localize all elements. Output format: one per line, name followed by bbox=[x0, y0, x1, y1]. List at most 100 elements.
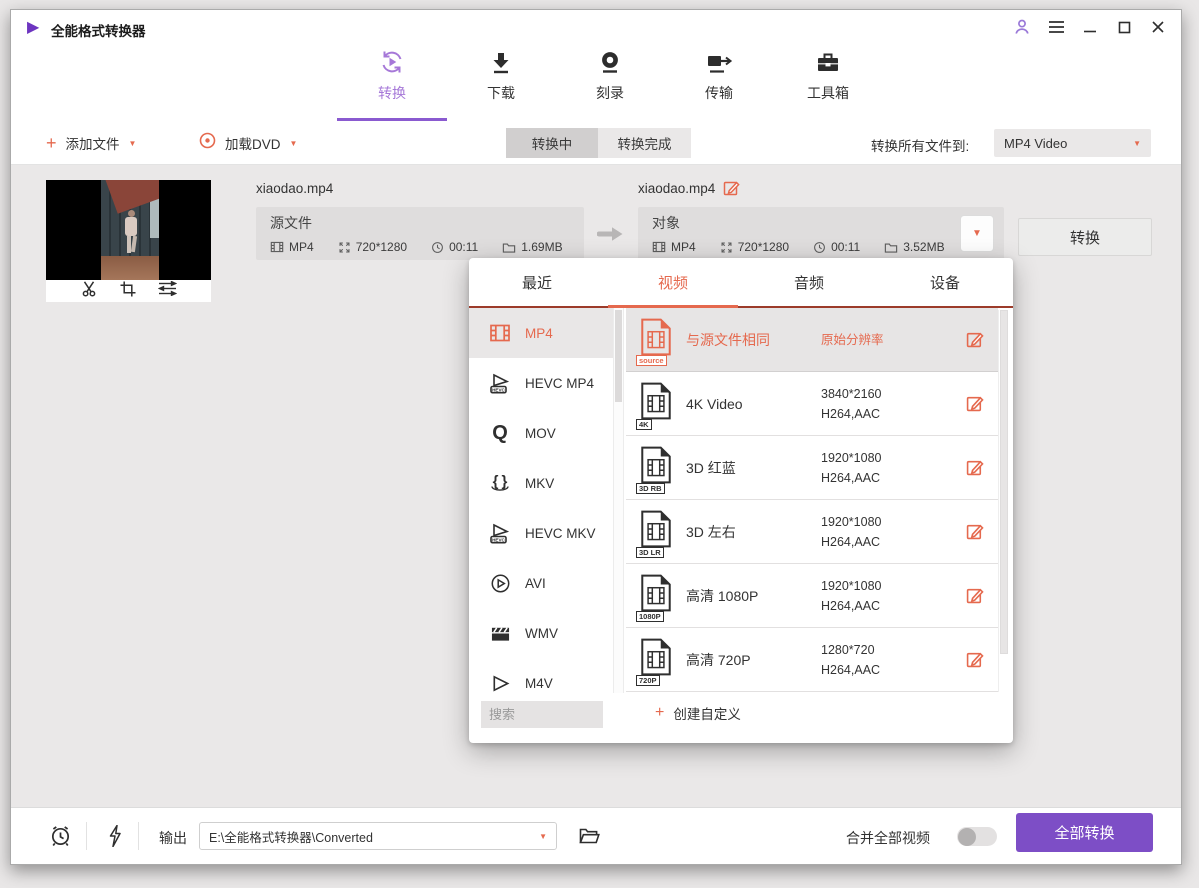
output-path-dropdown[interactable]: E:\全能格式转换器\Converted ▼ bbox=[199, 822, 557, 850]
source-duration: 00:11 bbox=[431, 240, 478, 254]
preset-row-3d-rb[interactable]: 3D RB 3D 红蓝 1920*1080 H264,AAC bbox=[626, 436, 998, 500]
svg-text:HEVC: HEVC bbox=[492, 538, 505, 543]
tab-burn[interactable]: 刻录 bbox=[578, 46, 642, 103]
target-file-name: xiaodao.mp4 bbox=[638, 181, 715, 196]
preset-edit-icon[interactable] bbox=[966, 394, 984, 412]
panel-tab-video[interactable]: 视频 bbox=[605, 258, 741, 306]
preset-row-4k[interactable]: 4K 4K Video 3840*2160 H264,AAC bbox=[626, 372, 998, 436]
svg-text:HEVC: HEVC bbox=[492, 388, 505, 393]
effects-sliders-icon[interactable] bbox=[158, 281, 177, 301]
crop-icon[interactable] bbox=[120, 281, 136, 302]
target-format-dropdown[interactable]: MP4 Video ▼ bbox=[994, 129, 1151, 157]
tab-transfer-label: 传输 bbox=[705, 83, 733, 103]
format-picker-panel: 最近 视频 音频 设备 MP4 bbox=[469, 258, 1013, 743]
video-thumbnail bbox=[46, 180, 211, 302]
rename-edit-icon[interactable] bbox=[723, 179, 740, 196]
play-outline-icon bbox=[488, 673, 512, 694]
source-format: MP4 bbox=[270, 240, 314, 254]
format-item-m4v[interactable]: M4V bbox=[469, 658, 613, 693]
tab-convert[interactable]: 转换 bbox=[360, 46, 424, 103]
trim-scissors-icon[interactable] bbox=[81, 280, 98, 302]
preset-edit-icon[interactable] bbox=[966, 650, 984, 668]
folder-icon bbox=[884, 241, 898, 254]
tab-converting[interactable]: 转换中 bbox=[506, 128, 598, 158]
preset-list-scrollbar-thumb[interactable] bbox=[1000, 310, 1008, 654]
high-speed-bolt-icon[interactable] bbox=[107, 825, 123, 852]
resolution-expand-icon bbox=[338, 241, 351, 254]
matroska-icon: { } bbox=[488, 472, 512, 494]
format-list-scrollbar bbox=[613, 308, 624, 693]
preset-doc-icon: 3D RB bbox=[640, 446, 674, 489]
clock-icon bbox=[431, 241, 444, 254]
format-item-mkv[interactable]: { } MKV bbox=[469, 458, 613, 508]
plus-icon: + bbox=[46, 134, 57, 152]
tab-finished[interactable]: 转换完成 bbox=[598, 128, 691, 158]
hevc-play-icon: HEVC bbox=[488, 522, 512, 544]
tab-transfer[interactable]: 传输 bbox=[687, 46, 751, 103]
preset-edit-icon[interactable] bbox=[966, 522, 984, 540]
toolbox-icon bbox=[814, 46, 842, 76]
add-files-button[interactable]: + 添加文件 ▼ bbox=[46, 121, 136, 165]
tab-download[interactable]: 下载 bbox=[469, 46, 533, 103]
load-dvd-button[interactable]: 加载DVD ▼ bbox=[199, 121, 297, 165]
create-custom-button[interactable]: + 创建自定义 bbox=[655, 703, 741, 723]
panel-active-tab-underline bbox=[608, 305, 738, 308]
target-resolution: 720*1280 bbox=[720, 240, 789, 254]
merge-toggle[interactable] bbox=[957, 827, 997, 846]
preset-edit-icon[interactable] bbox=[966, 330, 984, 348]
output-format-dropdown-button[interactable]: ▼ bbox=[960, 215, 994, 252]
format-item-mov[interactable]: Q MOV bbox=[469, 408, 613, 458]
format-item-mp4[interactable]: MP4 bbox=[469, 308, 613, 358]
convert-all-to-label: 转换所有文件到: bbox=[871, 135, 969, 155]
preset-row-720p[interactable]: 720P 高清 720P 1280*720 H264,AAC bbox=[626, 628, 998, 692]
preset-row-3d-lr[interactable]: 3D LR 3D 左右 1920*1080 H264,AAC bbox=[626, 500, 998, 564]
convert-icon bbox=[378, 46, 406, 76]
video-frame bbox=[46, 180, 211, 280]
convert-button[interactable]: 转换 bbox=[1018, 218, 1152, 256]
target-size: 3.52MB bbox=[884, 240, 944, 254]
format-item-hevc-mp4[interactable]: HEVC HEVC MP4 bbox=[469, 358, 613, 408]
minimize-button[interactable] bbox=[1079, 16, 1101, 38]
preset-row-1080p[interactable]: 1080P 高清 1080P 1920*1080 H264,AAC bbox=[626, 564, 998, 628]
resolution-expand-icon bbox=[720, 241, 733, 254]
clapperboard-icon bbox=[488, 624, 512, 643]
download-icon bbox=[488, 46, 514, 76]
mp4-film-icon bbox=[488, 323, 512, 343]
preset-edit-icon[interactable] bbox=[966, 586, 984, 604]
convert-arrow-icon bbox=[597, 225, 625, 248]
open-folder-icon[interactable] bbox=[579, 827, 600, 850]
app-title: 全能格式转换器 bbox=[51, 20, 146, 40]
preset-doc-icon: source bbox=[640, 318, 674, 361]
convert-all-button[interactable]: 全部转换 bbox=[1016, 813, 1153, 852]
panel-tab-device[interactable]: 设备 bbox=[877, 258, 1013, 306]
panel-tabs: 最近 视频 音频 设备 bbox=[469, 258, 1013, 306]
play-circle-icon bbox=[488, 573, 512, 594]
tab-download-label: 下载 bbox=[487, 83, 515, 103]
main-nav: 转换 下载 刻录 bbox=[360, 46, 860, 103]
plus-icon: + bbox=[655, 704, 664, 722]
maximize-button[interactable] bbox=[1113, 16, 1135, 38]
format-item-avi[interactable]: AVI bbox=[469, 558, 613, 608]
target-info-box: 对象 MP4 720*1280 bbox=[638, 207, 1004, 260]
preset-edit-icon[interactable] bbox=[966, 458, 984, 476]
source-file-name: xiaodao.mp4 bbox=[256, 181, 333, 196]
close-button[interactable] bbox=[1147, 16, 1169, 38]
schedule-alarm-icon[interactable] bbox=[49, 824, 72, 853]
target-format: MP4 bbox=[652, 240, 696, 254]
search-input[interactable] bbox=[481, 701, 603, 728]
chevron-down-icon: ▼ bbox=[1133, 139, 1141, 148]
format-item-hevc-mkv[interactable]: HEVC HEVC MKV bbox=[469, 508, 613, 558]
format-list-scrollbar-thumb[interactable] bbox=[615, 310, 622, 402]
format-item-wmv[interactable]: WMV bbox=[469, 608, 613, 658]
panel-tab-recent[interactable]: 最近 bbox=[469, 258, 605, 306]
toggle-knob bbox=[958, 828, 976, 846]
titlebar: ▶ 全能格式转换器 bbox=[11, 10, 1181, 46]
source-resolution: 720*1280 bbox=[338, 240, 407, 254]
preset-row-source[interactable]: source 与源文件相同 原始分辨率 bbox=[626, 308, 998, 372]
tab-toolbox[interactable]: 工具箱 bbox=[796, 46, 860, 103]
account-icon[interactable] bbox=[1011, 16, 1033, 38]
tab-toolbox-label: 工具箱 bbox=[807, 83, 849, 103]
toolbar: + 添加文件 ▼ 加载DVD ▼ 转换中 转换完成 转换所有文件到: MP4 V… bbox=[11, 121, 1181, 165]
menu-icon[interactable] bbox=[1045, 16, 1067, 38]
panel-tab-audio[interactable]: 音频 bbox=[741, 258, 877, 306]
